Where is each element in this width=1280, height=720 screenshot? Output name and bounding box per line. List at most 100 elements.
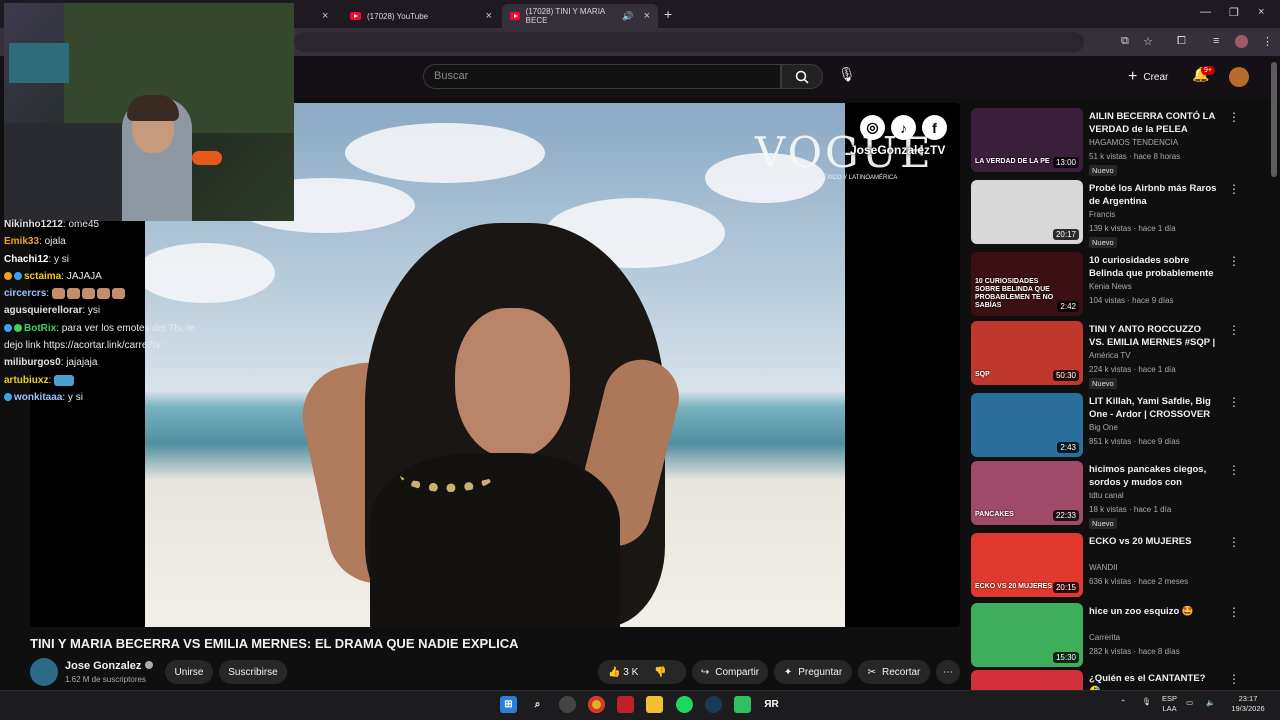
more-actions-button[interactable]: ⋯ (936, 660, 960, 684)
spotify-icon[interactable] (676, 696, 693, 713)
search-icon[interactable]: ⌕ (529, 696, 546, 713)
more-options-icon[interactable]: ⋮ (1228, 323, 1240, 337)
more-options-icon[interactable]: ⋮ (1228, 254, 1240, 268)
cast-icon[interactable]: ⧉ (1121, 35, 1129, 48)
dislike-button[interactable]: 👎 (654, 667, 666, 678)
video-duration: 20:15 (1052, 582, 1079, 593)
video-thumbnail[interactable]: 10 CURIOSIDADES SOBRE BELINDA QUE PROBAB… (971, 252, 1083, 316)
video-title[interactable]: LIT Killah, Yami Safdie, Big One - Ardor… (1089, 395, 1217, 421)
share-button[interactable]: ↪ Compartir (692, 660, 768, 684)
steam-icon[interactable] (705, 696, 722, 713)
recommended-video[interactable]: LA VERDAD DE LA PE 13:00 AILIN BECERRA CON… (971, 108, 1240, 176)
like-button[interactable]: 👍 3 K (608, 667, 638, 678)
recommended-video[interactable]: PANCAKES 22:33 hicimos pancakes ciegos, so… (971, 461, 1240, 529)
more-options-icon[interactable]: ⋮ (1228, 535, 1240, 549)
address-bar[interactable] (294, 32, 1084, 52)
chat-text: ojala (44, 236, 66, 248)
clock[interactable]: 23:17 19/3/2026 (1228, 694, 1268, 714)
channel-name[interactable]: América TV (1089, 351, 1131, 360)
video-thumbnail[interactable]: 2:43 (971, 393, 1083, 457)
video-title[interactable]: Probé los Airbnb más Raros de Argentina (1089, 182, 1217, 208)
recommended-video[interactable]: ECKO VS 20 MUJERES 20:15 ECKO vs 20 MUJERE… (971, 533, 1240, 597)
app-icon[interactable] (617, 696, 634, 713)
video-title[interactable]: TINI Y ANTO ROCCUZZO VS. EMILIA MERNES #… (1089, 323, 1217, 349)
channel-name[interactable]: HAGAMOS TENDENCIA (1089, 138, 1178, 147)
more-options-icon[interactable]: ⋮ (1228, 605, 1240, 619)
obs-icon[interactable] (559, 696, 576, 713)
channel-name[interactable]: WANDII (1089, 563, 1118, 572)
search-input[interactable]: Buscar (423, 64, 781, 89)
recommended-video[interactable]: 15:30 hice un zoo esquizo 🤩 Carrerita 282 k… (971, 603, 1240, 667)
account-avatar[interactable] (1229, 67, 1249, 87)
channel-name[interactable]: Big One (1089, 423, 1118, 432)
volume-icon[interactable]: 🔈 (1206, 698, 1215, 708)
microphone-icon[interactable]: 🎙 (838, 66, 856, 83)
more-options-icon[interactable]: ⋮ (1228, 182, 1240, 196)
monitor-background (9, 43, 69, 83)
search-button[interactable] (781, 64, 823, 89)
language-indicator[interactable]: ESP LAA (1162, 694, 1177, 714)
media-control-icon[interactable]: ≡ (1213, 35, 1219, 47)
more-options-icon[interactable]: ⋮ (1228, 110, 1240, 124)
video-thumbnail[interactable]: 20:17 (971, 180, 1083, 244)
video-thumbnail[interactable]: 15:30 (971, 603, 1083, 667)
chat-user: Chachi12 (4, 253, 49, 265)
microphone-tray-icon[interactable]: 🎙 (1142, 697, 1152, 707)
video-thumbnail[interactable]: ECKO VS 20 MUJERES 20:15 (971, 533, 1083, 597)
folder-icon[interactable] (646, 696, 663, 713)
channel-avatar[interactable] (30, 658, 58, 686)
profile-avatar[interactable] (1235, 35, 1248, 48)
channel-name[interactable]: Carrerita (1089, 633, 1120, 642)
recommended-video[interactable]: 2:43 LIT Killah, Yami Safdie, Big One - A… (971, 393, 1240, 457)
youtube-icon (510, 12, 520, 20)
kick-icon[interactable] (734, 696, 751, 713)
join-button[interactable]: Unirse (165, 660, 213, 684)
chat-text: ome45 (68, 219, 100, 230)
create-button[interactable]: + Crear (1128, 68, 1168, 86)
video-title[interactable]: AILIN BECERRA CONTÓ LA VERDAD de la PELE… (1089, 110, 1217, 136)
minimize-icon[interactable]: — (1200, 6, 1211, 18)
maximize-icon[interactable]: ❐ (1229, 6, 1239, 19)
video-duration: 13:00 (1052, 157, 1079, 168)
recommended-video[interactable]: 10 CURIOSIDADES SOBRE BELINDA QUE PROBAB… (971, 252, 1240, 316)
keyboard-layout: LAA (1162, 704, 1177, 713)
browser-menu-icon[interactable]: ⋮ (1262, 35, 1273, 48)
ask-button[interactable]: ✦ Preguntar (774, 660, 852, 684)
start-icon[interactable]: ⊞ (500, 696, 517, 713)
app-rr-icon[interactable]: ЯR (763, 696, 780, 713)
channel-name[interactable]: Jose Gonzalez (65, 660, 154, 672)
recommended-video[interactable]: 20:17 Probé los Airbnb más Raros de Argen… (971, 180, 1240, 248)
video-title[interactable]: ECKO vs 20 MUJERES (1089, 535, 1217, 548)
tab-youtube-home[interactable]: (17028) YouTube × (342, 4, 500, 28)
notifications-badge: 9+ (1201, 66, 1215, 75)
scrollbar[interactable] (1271, 62, 1277, 177)
video-thumbnail[interactable]: LA VERDAD DE LA PE 13:00 (971, 108, 1083, 172)
close-icon[interactable]: × (486, 10, 492, 22)
close-icon[interactable]: × (644, 10, 650, 22)
speaker-icon[interactable]: 🔊 (622, 11, 633, 22)
chrome-icon[interactable] (588, 696, 605, 713)
more-options-icon[interactable]: ⋮ (1228, 672, 1240, 686)
channel-name[interactable]: tdtu canal (1089, 491, 1124, 500)
tab-current-video[interactable]: (17028) TINI Y MARIA BECE 🔊 × (502, 4, 658, 28)
window-close-icon[interactable]: × (1258, 6, 1264, 18)
video-title[interactable]: hice un zoo esquizo 🤩 (1089, 605, 1217, 618)
channel-name[interactable]: Francis (1089, 210, 1115, 219)
chat-user: Nikinho1212 (4, 219, 63, 230)
video-thumbnail[interactable]: SQP 50:30 (971, 321, 1083, 385)
video-duration: 20:17 (1052, 229, 1079, 240)
more-options-icon[interactable]: ⋮ (1228, 395, 1240, 409)
extensions-icon[interactable]: ⧠ (1177, 35, 1186, 48)
clip-button[interactable]: ✂ Recortar (858, 660, 930, 684)
recommended-video[interactable]: SQP 50:30 TINI Y ANTO ROCCUZZO VS. EMILIA … (971, 321, 1240, 389)
video-title[interactable]: 10 curiosidades sobre Belinda que probab… (1089, 254, 1217, 280)
subscribe-button[interactable]: Suscribirse (219, 660, 287, 684)
video-title[interactable]: hicimos pancakes ciegos, sordos y mudos … (1089, 463, 1217, 489)
tray-chevron-icon[interactable]: ⌃ (1120, 698, 1126, 708)
channel-name[interactable]: Kenia News (1089, 282, 1132, 291)
video-thumbnail[interactable]: PANCAKES 22:33 (971, 461, 1083, 525)
network-icon[interactable]: ▭ (1186, 698, 1193, 708)
new-tab-button[interactable]: + (664, 6, 672, 22)
bookmark-star-icon[interactable]: ☆ (1143, 35, 1153, 48)
more-options-icon[interactable]: ⋮ (1228, 463, 1240, 477)
